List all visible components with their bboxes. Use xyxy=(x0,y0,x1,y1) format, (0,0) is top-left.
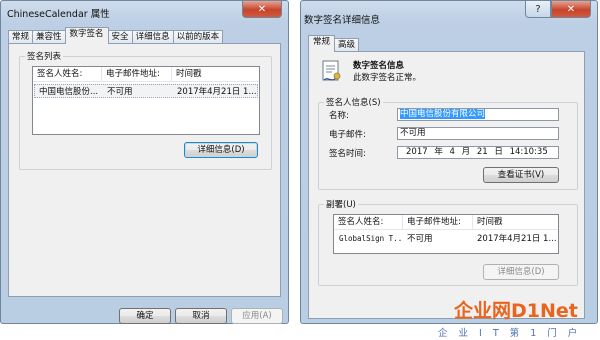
tab-strip: 常规 兼容性 数字签名 安全 详细信息 以前的版本 xyxy=(8,27,224,44)
column-signer-name[interactable]: 签名人姓名: xyxy=(334,215,403,230)
list-item[interactable]: 中国电信股份... 不可用 2017年4月21日 1... xyxy=(34,84,258,98)
signature-list-label: 签名列表 xyxy=(25,50,64,62)
cancel-button[interactable]: 取消 xyxy=(175,308,227,324)
timestamp-cell: 2017年4月21日 1... xyxy=(477,234,557,244)
column-timestamp[interactable]: 时间戳 xyxy=(172,67,260,82)
name-label: 名称: xyxy=(329,111,349,121)
apply-button[interactable]: 应用(A) xyxy=(231,308,283,324)
column-email[interactable]: 电子邮件地址: xyxy=(102,67,172,82)
tab-previous-versions[interactable]: 以前的版本 xyxy=(172,30,224,44)
email-field[interactable]: 不可用 xyxy=(397,127,559,140)
details-button[interactable]: 详细信息(D) xyxy=(483,264,559,280)
tab-panel: 签名列表 签名人姓名: 电子邮件地址: 时间戳 中国电信股份... 不可用 20… xyxy=(8,43,281,297)
time-field[interactable]: 2017 年 4 月 21 日 14:10:35 xyxy=(397,146,559,159)
tab-panel: 数字签名信息 此数字签名正常。 签名人信息(S) 名称: 中国电信股份有限公司 … xyxy=(308,51,585,319)
tab-general[interactable]: 常规 xyxy=(308,35,336,52)
column-email[interactable]: 电子邮件地址: xyxy=(403,215,473,230)
watermark-sub-text: 企 业 I T 第 1 门 户 xyxy=(438,328,582,339)
view-certificate-button[interactable]: 查看证书(V) xyxy=(483,167,559,183)
time-label: 签名时间: xyxy=(329,149,366,159)
tab-general[interactable]: 常规 xyxy=(8,30,34,44)
name-value: 中国电信股份有限公司 xyxy=(400,109,486,119)
window-title: ChineseCalendar 属性 xyxy=(7,9,110,20)
countersignature-label: 副署(U) xyxy=(324,198,358,210)
name-field[interactable]: 中国电信股份有限公司 xyxy=(397,108,559,121)
signer-info-label: 签名人信息(S) xyxy=(324,96,383,108)
watermark-main-text: 企业网D1Net xyxy=(454,300,578,322)
tab-details[interactable]: 详细信息 xyxy=(131,30,174,44)
countersignature-group: 副署(U) 签名人姓名: 电子邮件地址: 时间戳 GlobalSign T...… xyxy=(318,198,578,286)
details-button[interactable]: 详细信息(D) xyxy=(184,142,258,158)
info-title: 数字签名信息 xyxy=(353,61,405,71)
title-bar[interactable]: 数字签名详细信息 ? ✕ xyxy=(301,1,597,26)
list-header: 签名人姓名: 电子邮件地址: 时间戳 xyxy=(334,215,558,230)
list-header: 签名人姓名: 电子邮件地址: 时间戳 xyxy=(33,67,259,82)
tab-advanced[interactable]: 高级 xyxy=(334,38,360,52)
close-icon[interactable]: ✕ xyxy=(242,1,282,18)
signer-info-group: 签名人信息(S) 名称: 中国电信股份有限公司 电子邮件: 不可用 签名时间: … xyxy=(318,96,578,190)
tab-security[interactable]: 安全 xyxy=(107,30,133,44)
email-cell: 不可用 xyxy=(107,87,133,97)
properties-window: ChineseCalendar 属性 ✕ 常规 兼容性 数字签名 安全 详细信息… xyxy=(0,0,289,324)
signer-name-cell: GlobalSign T... xyxy=(339,234,403,243)
signature-details-window: 数字签名详细信息 ? ✕ 常规 高级 数字签名信息 此数字签名正常。 签名人信息… xyxy=(300,0,598,324)
email-cell: 不可用 xyxy=(407,234,433,244)
signer-name-cell: 中国电信股份... xyxy=(39,87,99,97)
column-timestamp[interactable]: 时间戳 xyxy=(473,215,559,230)
signature-list-group: 签名列表 签名人姓名: 电子邮件地址: 时间戳 中国电信股份... 不可用 20… xyxy=(19,50,272,170)
tab-strip: 常规 高级 xyxy=(308,35,360,52)
window-title: 数字签名详细信息 xyxy=(304,15,381,26)
countersignature-list[interactable]: 签名人姓名: 电子邮件地址: 时间戳 GlobalSign T... 不可用 2… xyxy=(333,214,559,254)
timestamp-cell: 2017年4月21日 1... xyxy=(177,87,257,97)
signature-list[interactable]: 签名人姓名: 电子邮件地址: 时间戳 中国电信股份... 不可用 2017年4月… xyxy=(32,66,260,135)
title-bar[interactable]: ChineseCalendar 属性 ✕ xyxy=(1,1,288,25)
certificate-icon xyxy=(322,60,341,81)
email-label: 电子邮件: xyxy=(329,130,366,140)
column-signer-name[interactable]: 签名人姓名: xyxy=(33,67,102,82)
tab-digital-signatures[interactable]: 数字签名 xyxy=(64,27,109,44)
ok-button[interactable]: 确定 xyxy=(119,308,171,324)
list-item[interactable]: GlobalSign T... 不可用 2017年4月21日 1... xyxy=(335,232,557,246)
info-status: 此数字签名正常。 xyxy=(353,73,422,83)
tab-compatibility[interactable]: 兼容性 xyxy=(32,30,66,44)
close-icon[interactable]: ✕ xyxy=(551,1,591,18)
watermark-logo: 企业网D1Net 企 业 I T 第 1 门 户 xyxy=(398,296,600,340)
help-icon[interactable]: ? xyxy=(525,1,551,18)
